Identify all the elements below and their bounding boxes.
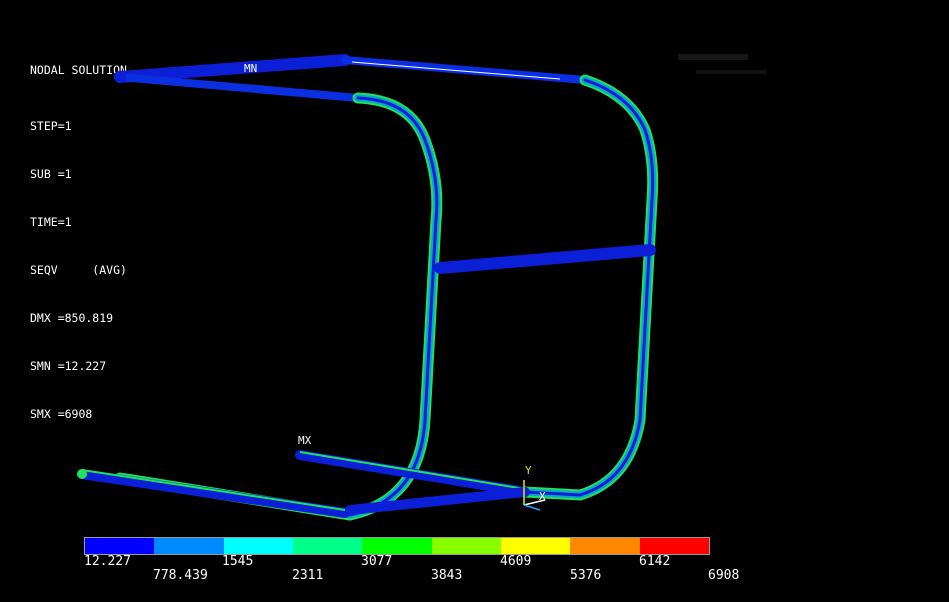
- end-cap-top-left: [114, 71, 126, 83]
- legend-colorbar: [84, 537, 710, 555]
- legend-swatch: [85, 538, 155, 554]
- front-leg-loop-inner: [118, 96, 439, 517]
- legend-swatch: [223, 538, 293, 554]
- legend-swatch: [431, 538, 501, 554]
- legend-tick: 3843: [431, 568, 463, 583]
- bottom-bar-left: [77, 469, 350, 518]
- front-leg-loop-core: [116, 94, 441, 519]
- triad-y-label: Y: [525, 464, 532, 477]
- end-cap-bottom-left: [77, 469, 87, 479]
- legend-swatch: [570, 538, 640, 554]
- triad-z-axis: [523, 504, 541, 511]
- max-label: MX: [298, 434, 312, 447]
- legend-swatch: [154, 538, 224, 554]
- legend-tick: 4609: [500, 554, 532, 569]
- legend-tick: 12.227: [84, 554, 131, 569]
- graphics-viewport[interactable]: NODAL SOLUTION STEP=1 SUB =1 TIME=1 SEQV…: [0, 0, 949, 602]
- legend-tick: 2311: [292, 568, 324, 583]
- legend-tick: 3077: [361, 554, 393, 569]
- triad-x-label: X: [539, 490, 546, 503]
- top-rail-right: [341, 56, 589, 84]
- cross-brace: [434, 244, 656, 274]
- legend-tick: 6908: [708, 568, 740, 583]
- front-leg-loop: [114, 92, 443, 521]
- legend-swatch: [639, 538, 709, 554]
- legend-swatch: [500, 538, 571, 554]
- legend-tick: 6142: [639, 554, 671, 569]
- top-bar-left: [114, 54, 351, 83]
- bottom-bar-left-edge: [81, 469, 346, 511]
- legend-swatch: [292, 538, 363, 554]
- legend-tick: 1545: [222, 554, 254, 569]
- min-label: MN: [244, 62, 258, 75]
- frame-model[interactable]: [0, 0, 949, 602]
- highlight-line: [351, 61, 561, 80]
- legend-swatch: [362, 538, 432, 554]
- back-leg-loop: [519, 74, 659, 501]
- legend-tick: 778.439: [153, 568, 208, 583]
- top-rail-left: [116, 73, 362, 102]
- legend-tick: 5376: [570, 568, 602, 583]
